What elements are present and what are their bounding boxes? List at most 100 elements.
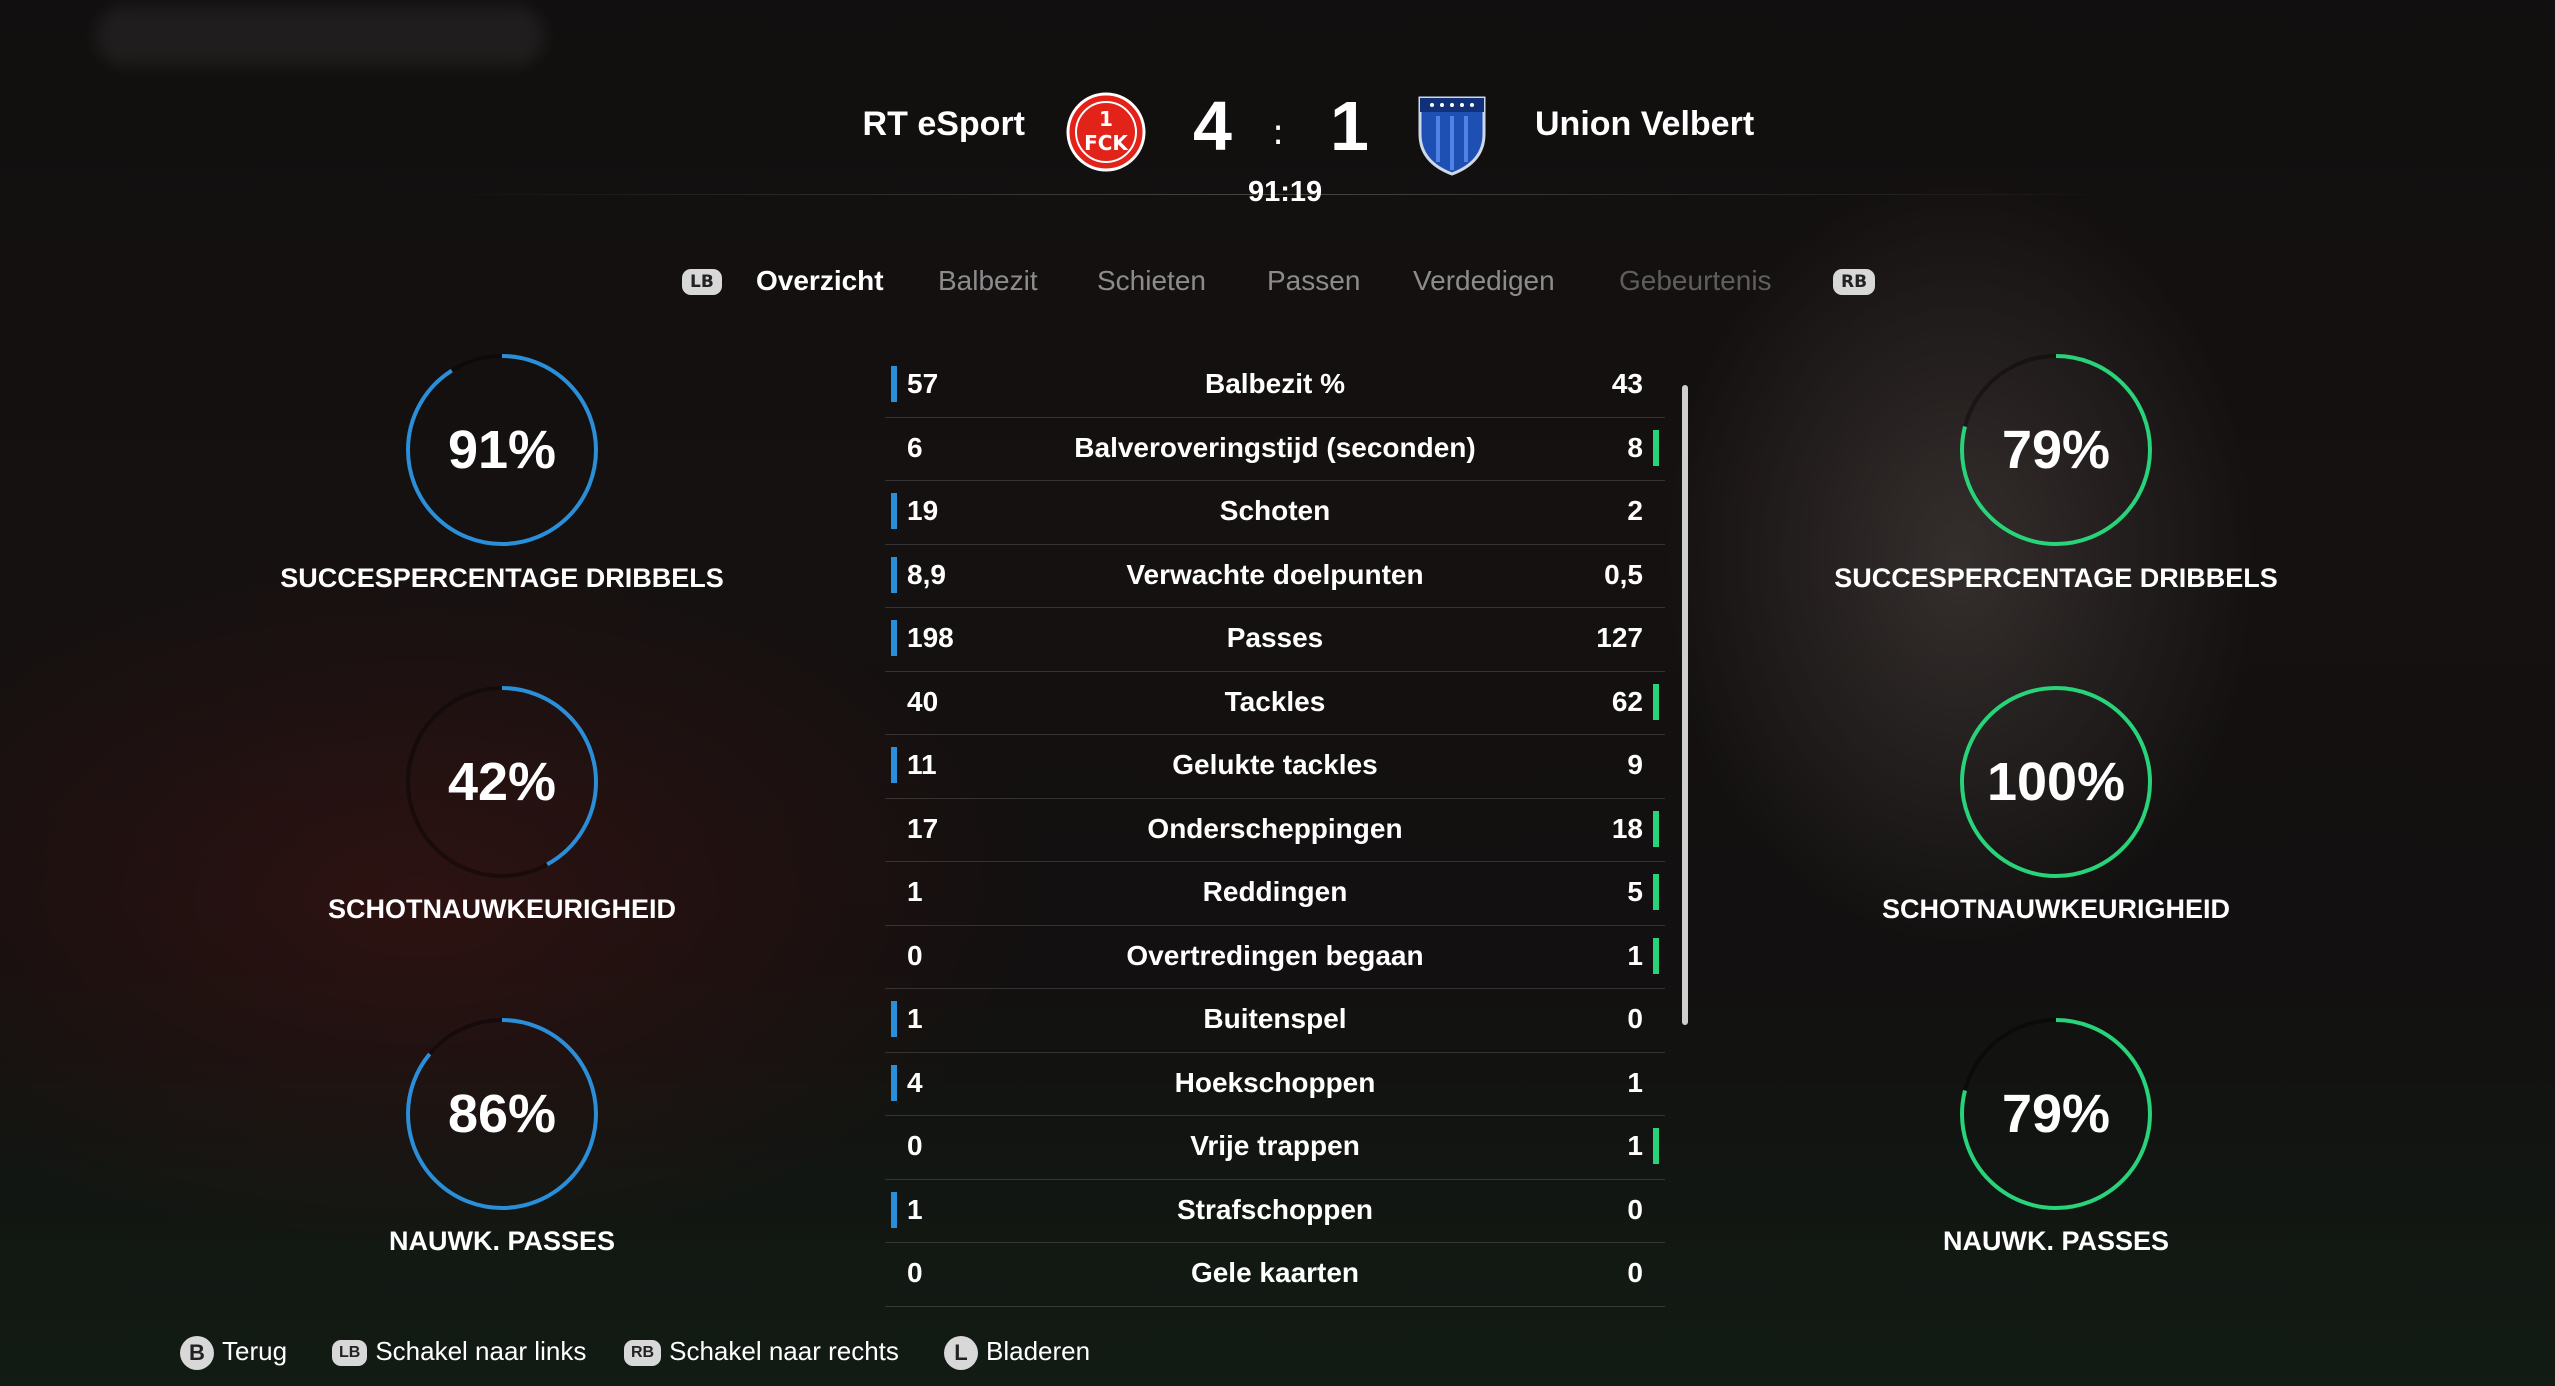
stat-away-value: 9 xyxy=(1627,749,1643,780)
back-label: Terug xyxy=(222,1336,288,1366)
stat-row: Buitenspel 1 0 xyxy=(885,989,1665,1053)
switch-right-label: Schakel naar rechts xyxy=(669,1336,899,1366)
home-score: 4 xyxy=(1193,87,1232,165)
away-score: 1 xyxy=(1330,87,1369,165)
stat-away-value: 1 xyxy=(1627,1066,1643,1098)
stat-name: Strafschoppen xyxy=(1176,1193,1374,1225)
stat-home-value: 198 xyxy=(907,622,954,653)
away-team-crest-icon xyxy=(1412,92,1492,176)
switch-left-label: Schakel naar links xyxy=(375,1336,587,1366)
match-clock: 91:19 xyxy=(1248,176,1323,208)
stat-row: Gelukte tackles 11 9 xyxy=(885,735,1665,799)
stat-name: Onderscheppingen xyxy=(1147,812,1403,844)
away-team-name: Union Velbert xyxy=(1535,105,1755,143)
stat-home-value: 0 xyxy=(907,939,923,971)
tab-gebeurtenis[interactable]: Gebeurtenis xyxy=(1619,265,1772,297)
tab-schieten[interactable]: Schieten xyxy=(1097,265,1206,297)
scroll-label: Bladeren xyxy=(986,1336,1091,1366)
svg-text:FCK: FCK xyxy=(1084,131,1129,155)
stat-away-value: 0 xyxy=(1627,1003,1643,1034)
lb-button-icon[interactable]: LB xyxy=(682,269,722,295)
stat-away-value: 0 xyxy=(1627,1257,1643,1288)
stat-away-value: 62 xyxy=(1611,685,1643,717)
svg-text:1: 1 xyxy=(1099,107,1113,131)
rb-button-icon[interactable]: RB xyxy=(1833,269,1876,295)
stat-home-value: 4 xyxy=(907,1066,923,1098)
stat-home-value: 40 xyxy=(907,685,939,717)
stat-home-value: 6 xyxy=(907,431,923,463)
stat-away-value: 5 xyxy=(1627,876,1643,907)
stat-row: Balveroveringstijd (seconden) 6 8 xyxy=(885,418,1665,481)
tab-balbezit[interactable]: Balbezit xyxy=(938,265,1038,297)
stat-name: Balveroveringstijd (seconden) xyxy=(1074,431,1476,463)
stat-row: Overtredingen begaan 0 1 xyxy=(885,926,1665,989)
scroll-control[interactable]: L Bladeren xyxy=(944,1336,1091,1371)
home-shot-accuracy-gauge: 42% xyxy=(402,682,602,882)
stat-row: Strafschoppen 1 0 xyxy=(885,1180,1665,1243)
stat-name: Gelukte tackles xyxy=(1172,749,1378,780)
stat-away-value: 2 xyxy=(1627,495,1643,526)
home-pass-accuracy-gauge: 86% xyxy=(402,1014,602,1214)
stat-name: Schoten xyxy=(1219,495,1331,526)
stat-name: Vrije trappen xyxy=(1190,1130,1360,1161)
away-pass-accuracy-value: 79% xyxy=(2001,1084,2111,1144)
left-stick-icon: L xyxy=(944,1336,978,1371)
stat-home-value: 8,9 xyxy=(907,558,946,590)
lb-footer-icon: LB xyxy=(332,1340,368,1367)
stat-row: Passes 198 127 xyxy=(885,608,1665,672)
stat-row: Gele kaarten 0 0 xyxy=(885,1243,1665,1307)
stat-name: Hoekschoppen xyxy=(1174,1066,1376,1098)
stats-scrollbar[interactable] xyxy=(1682,385,1688,1025)
stat-row: Onderscheppingen 17 18 xyxy=(885,799,1665,862)
stat-home-value: 1 xyxy=(907,1193,923,1225)
home-dribble-value: 91% xyxy=(447,420,557,480)
header-divider xyxy=(420,194,2140,195)
stat-name: Tackles xyxy=(1224,685,1326,717)
stat-name: Gele kaarten xyxy=(1190,1257,1360,1288)
tab-verdedigen[interactable]: Verdedigen xyxy=(1413,265,1555,297)
tab-passen[interactable]: Passen xyxy=(1267,265,1360,297)
stat-name: Overtredingen begaan xyxy=(1126,939,1424,971)
switch-right-control[interactable]: RB Schakel naar rechts xyxy=(624,1336,899,1367)
stat-home-value: 19 xyxy=(907,495,939,526)
b-button-icon: B xyxy=(180,1336,214,1371)
stat-name: Balbezit % xyxy=(1204,368,1346,399)
stats-tab-bar: LB Overzicht Balbezit Schieten Passen Ve… xyxy=(0,265,2555,315)
switch-left-control[interactable]: LB Schakel naar links xyxy=(332,1336,586,1367)
away-pass-accuracy-gauge: 79% xyxy=(1956,1014,2156,1214)
away-shot-accuracy-gauge: 100% xyxy=(1956,682,2156,882)
tab-overzicht[interactable]: Overzicht xyxy=(756,265,884,297)
score-separator: : xyxy=(1272,112,1285,153)
stat-row: Vrije trappen 0 1 xyxy=(885,1116,1665,1180)
stat-away-value: 1 xyxy=(1627,1130,1643,1161)
stat-home-value: 1 xyxy=(907,876,923,907)
away-pass-accuracy-label: NAUWK. PASSES xyxy=(1942,1226,2170,1256)
stat-row: Verwachte doelpunten 8,9 0,5 xyxy=(885,545,1665,608)
stat-home-value: 17 xyxy=(907,812,939,844)
stat-home-value: 11 xyxy=(907,749,937,780)
match-header: RT eSport 1 FCK 4 : 1 Union Velbert 91:1… xyxy=(0,0,2555,230)
stat-row: Schoten 19 2 xyxy=(885,481,1665,545)
rb-footer-icon: RB xyxy=(624,1340,662,1367)
stat-row: Tackles 40 62 xyxy=(885,672,1665,735)
home-dribble-label: SUCCESPERCENTAGE DRIBBELS xyxy=(280,563,724,593)
stats-comparison-table[interactable]: Balbezit % 57 43 Balveroveringstijd (second… xyxy=(885,354,1665,1307)
stat-name: Passes xyxy=(1226,622,1324,653)
stat-home-value: 0 xyxy=(907,1130,923,1161)
back-control[interactable]: B Terug xyxy=(180,1336,288,1371)
home-pass-accuracy-label: NAUWK. PASSES xyxy=(388,1226,616,1256)
away-dribble-value: 79% xyxy=(2001,420,2111,480)
stat-row: Balbezit % 57 43 xyxy=(885,354,1665,418)
stat-away-value: 127 xyxy=(1596,622,1643,653)
stat-home-value: 57 xyxy=(907,368,939,399)
stat-away-value: 0 xyxy=(1627,1193,1643,1225)
home-team-crest-icon: 1 FCK xyxy=(1066,92,1146,172)
away-shot-accuracy-value: 100% xyxy=(1986,752,2126,812)
controls-footer: B Terug LB Schakel naar links RB Schakel na… xyxy=(0,1330,2555,1380)
home-team-name: RT eSport xyxy=(862,105,1025,143)
home-shot-accuracy-value: 42% xyxy=(447,752,557,812)
stat-name: Verwachte doelpunten xyxy=(1126,558,1424,590)
stat-name: Buitenspel xyxy=(1203,1003,1347,1034)
stat-away-value: 8 xyxy=(1627,431,1643,463)
stat-name: Reddingen xyxy=(1202,876,1348,907)
